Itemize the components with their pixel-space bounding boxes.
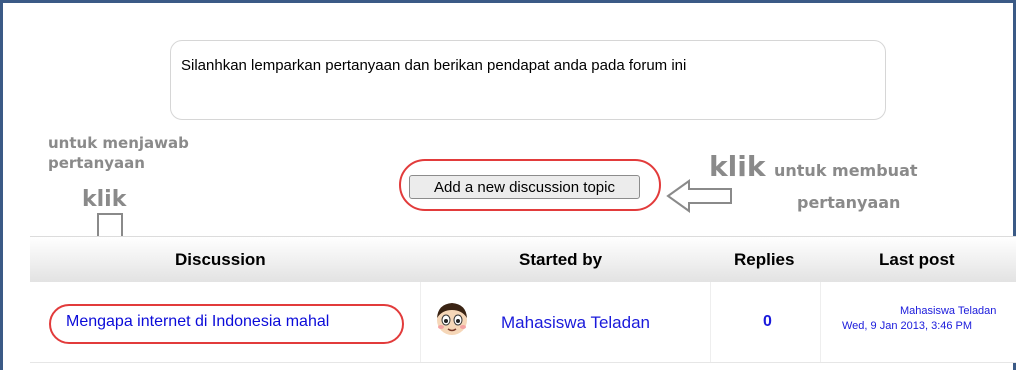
annotation-right-klik: klik bbox=[709, 150, 766, 183]
forum-intro-box: Silanhkan lemparkan pertanyaan dan berik… bbox=[170, 40, 886, 120]
avatar[interactable] bbox=[432, 298, 472, 338]
add-discussion-topic-button[interactable]: Add a new discussion topic bbox=[409, 175, 640, 199]
annotation-left-line2: pertanyaan bbox=[48, 154, 145, 172]
discussion-topic-link[interactable]: Mengapa internet di Indonesia mahal bbox=[66, 313, 329, 331]
cell-divider bbox=[820, 282, 821, 362]
column-header-replies[interactable]: Replies bbox=[734, 250, 794, 270]
annotation-left-text: untuk menjawab pertanyaan bbox=[48, 133, 189, 173]
annotation-left-klik: klik bbox=[82, 187, 127, 212]
cell-divider bbox=[420, 282, 421, 362]
column-header-last-post[interactable]: Last post bbox=[879, 250, 955, 270]
annotation-right-line1: untuk membuat bbox=[774, 161, 918, 180]
column-header-discussion[interactable]: Discussion bbox=[175, 250, 266, 270]
replies-count-link[interactable]: 0 bbox=[763, 313, 772, 331]
annotation-right-line2: pertanyaan bbox=[797, 193, 901, 212]
last-post-date-link[interactable]: Wed, 9 Jan 2013, 3:46 PM bbox=[842, 320, 972, 332]
column-header-started-by[interactable]: Started by bbox=[519, 250, 602, 270]
hollow-left-arrow-icon bbox=[666, 179, 732, 213]
cell-divider bbox=[710, 282, 711, 362]
annotation-left-line1: untuk menjawab bbox=[48, 134, 189, 152]
forum-intro-text: Silanhkan lemparkan pertanyaan dan berik… bbox=[181, 57, 687, 74]
author-link[interactable]: Mahasiswa Teladan bbox=[501, 313, 650, 333]
last-post-author-link[interactable]: Mahasiswa Teladan bbox=[900, 305, 996, 317]
